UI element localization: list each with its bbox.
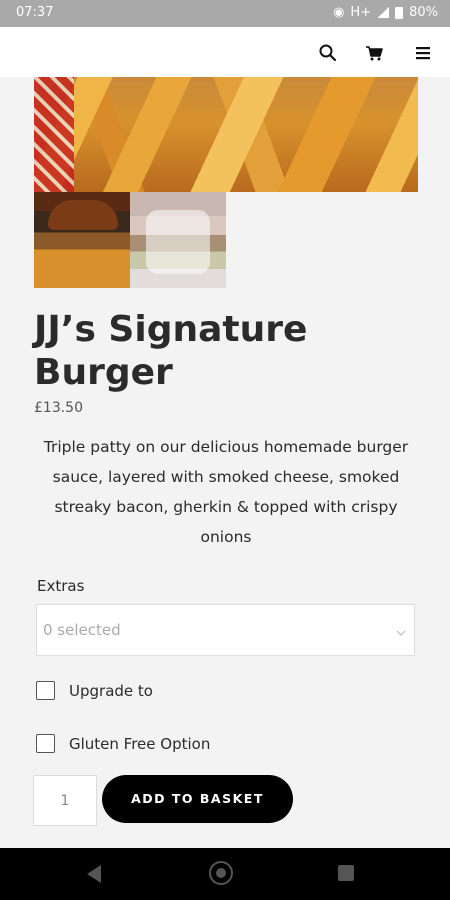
gluten-free-checkbox[interactable] [36,734,55,753]
battery-icon [395,6,404,19]
status-bar: 07:37 ◉ H+ 80% [0,0,450,27]
back-icon[interactable] [87,865,101,883]
extras-label: Extras [37,577,85,595]
gluten-free-label: Gluten Free Option [69,734,211,753]
upgrade-checkbox[interactable] [36,681,55,700]
battery-level: 80% [409,5,438,20]
eye-icon: ◉ [333,5,345,20]
cart-icon[interactable] [364,43,384,63]
add-to-basket-button[interactable]: ADD TO BASKET [102,775,293,823]
status-icons: ◉ H+ 80% [333,5,438,20]
product-price: £13.50 [34,400,83,416]
chevron-down-icon [396,623,406,636]
extras-select-value: 0 selected [43,621,121,639]
site-header [0,27,450,77]
product-description: Triple patty on our delicious homemade b… [43,438,409,546]
product-title: JJ’s Signature Burger [34,309,308,393]
search-icon[interactable] [318,43,338,63]
product-thumbnail-2[interactable] [130,192,226,288]
home-icon[interactable] [209,861,233,885]
upgrade-label: Upgrade to [69,681,153,700]
quantity-input[interactable]: 1 [33,775,97,826]
product-main-image[interactable] [34,77,418,192]
menu-icon[interactable] [413,43,433,63]
status-time: 07:37 [16,5,54,20]
upgrade-option[interactable]: Upgrade to [36,681,153,700]
extras-select[interactable]: 0 selected [36,604,415,656]
signal-icon [377,7,390,18]
system-nav-bar [0,848,450,900]
recent-apps-icon[interactable] [338,865,354,881]
product-thumbnail-1[interactable] [34,192,130,288]
gluten-free-option[interactable]: Gluten Free Option [36,734,210,753]
network-type: H+ [350,5,372,20]
